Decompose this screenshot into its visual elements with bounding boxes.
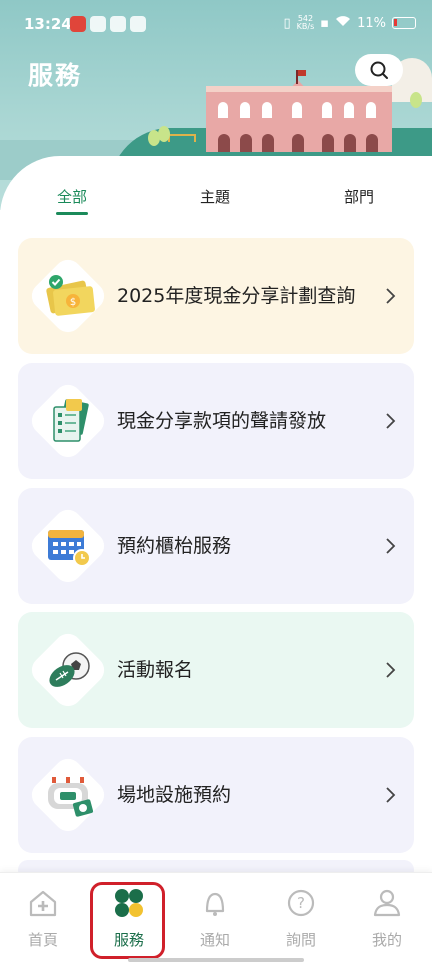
- tab-all[interactable]: 全部: [57, 186, 87, 207]
- sports-ball-icon: [49, 652, 90, 687]
- search-icon: [370, 61, 388, 79]
- nav-notifications-label: 通知: [199, 931, 230, 949]
- service-card-cash-sharing-claim[interactable]: 現金分享款項的聲請發放: [18, 363, 414, 479]
- nav-profile-label: 我的: [371, 931, 402, 949]
- nav-enquiry-label: 詢問: [285, 931, 316, 949]
- status-bar: 13:24 ▯ 542 KB/s ▪ 11%: [0, 0, 432, 50]
- chevron-right-icon: [386, 787, 396, 803]
- service-card-venue-booking[interactable]: 場地設施預約: [18, 737, 414, 853]
- page-title: 服務: [28, 61, 83, 90]
- selection-highlight: [90, 882, 165, 959]
- nav-enquiry[interactable]: ? 詢問: [258, 887, 344, 950]
- service-card-label: 活動報名: [117, 658, 194, 681]
- service-card-label: 預約櫃枱服務: [117, 534, 232, 557]
- bench-illustration: [168, 134, 196, 142]
- calendar-clock-icon: [48, 530, 91, 567]
- question-icon: ?: [287, 889, 315, 917]
- flag-icon: [296, 70, 306, 84]
- wifi-icon: [335, 15, 351, 31]
- chevron-right-icon: [386, 662, 396, 678]
- notification-app-icon: [110, 16, 126, 32]
- service-card-label: 現金分享款項的聲請發放: [117, 409, 327, 432]
- notification-app-icon: [90, 16, 106, 32]
- service-card-cash-sharing-query[interactable]: $ 2025年度現金分享計劃查詢: [18, 238, 414, 354]
- status-time: 13:24: [24, 15, 72, 33]
- chevron-right-icon: [386, 538, 396, 554]
- venue-booking-icon: [48, 777, 94, 817]
- service-card-label: 場地設施預約: [117, 783, 232, 806]
- network-speed-unit: KB/s: [296, 22, 315, 31]
- profile-icon: [373, 889, 401, 917]
- battery-icon: [392, 17, 416, 29]
- nav-profile[interactable]: 我的: [344, 887, 430, 950]
- tree-illustration: [158, 126, 170, 142]
- sim-icon: ▪: [320, 15, 330, 31]
- svg-text:?: ?: [297, 894, 305, 912]
- service-card-activity-registration[interactable]: 活動報名: [18, 612, 414, 728]
- service-card-counter-booking[interactable]: 預約櫃枱服務: [18, 488, 414, 604]
- tab-indicator: [56, 212, 88, 215]
- building-illustration: [206, 86, 392, 152]
- notification-app-icon: [130, 16, 146, 32]
- bell-icon: [205, 892, 225, 916]
- nav-home-label: 首頁: [27, 931, 58, 949]
- tree-illustration: [410, 92, 422, 108]
- search-button[interactable]: [355, 54, 403, 86]
- network-speed: 542 KB/s: [297, 15, 315, 31]
- cash-check-icon: $: [46, 275, 95, 316]
- cash-checklist-icon: [53, 399, 89, 442]
- bottom-navigation: 首頁 服務 通知 ? 詢問 我的: [0, 872, 432, 964]
- tab-topics[interactable]: 主題: [200, 186, 230, 207]
- nav-home[interactable]: 首頁: [0, 887, 86, 950]
- notification-app-icon: [70, 16, 86, 32]
- chevron-right-icon: [386, 288, 396, 304]
- home-icon: [29, 890, 57, 917]
- svg-text:$: $: [70, 297, 76, 308]
- vibrate-icon: ▯: [283, 15, 291, 31]
- category-tabs: 全部 主題 部門: [0, 186, 432, 216]
- battery-percent: 11%: [357, 15, 386, 31]
- service-card-label: 2025年度現金分享計劃查詢: [117, 284, 356, 307]
- gesture-bar: [128, 958, 304, 962]
- tab-departments[interactable]: 部門: [344, 186, 374, 207]
- nav-notifications[interactable]: 通知: [172, 887, 258, 950]
- chevron-right-icon: [386, 413, 396, 429]
